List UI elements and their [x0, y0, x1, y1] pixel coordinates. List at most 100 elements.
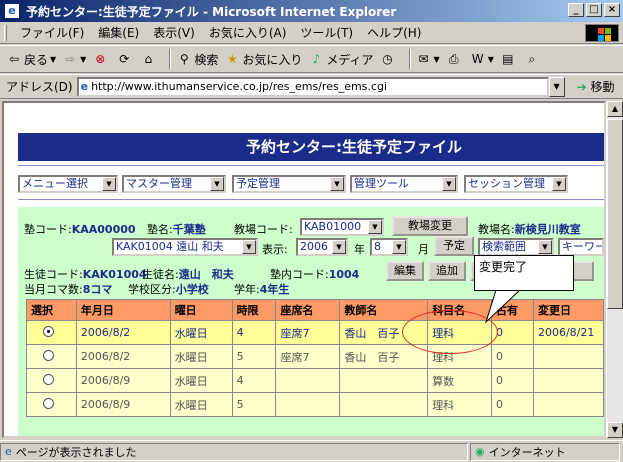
nav-schedule-select[interactable]: 予定管理 ▼ — [232, 175, 346, 193]
refresh-icon: ⟳ — [119, 52, 130, 66]
weekday-cell: 水曜日 — [169, 320, 233, 345]
juku-code-value: KAA00000 — [71, 223, 136, 236]
add-button[interactable]: 追加 — [428, 261, 466, 281]
chevron-down-icon: ▼ — [538, 240, 552, 254]
changed-date-cell — [532, 368, 604, 393]
student-code-value: KAK01004 — [82, 268, 147, 281]
classroom-change-button[interactable]: 教場変更 — [392, 216, 468, 236]
mail-button[interactable]: ✉ ▼ — [416, 51, 440, 67]
refresh-button[interactable]: ⟳ — [116, 51, 134, 67]
edit-page-button[interactable]: W ▼ — [470, 51, 494, 67]
nav-master-select[interactable]: マスター管理 ▼ — [122, 175, 226, 193]
menu-edit[interactable]: 編集(E) — [91, 24, 146, 41]
select-cell — [26, 344, 77, 369]
classroom-name-row: 教場名:新検見川教室 — [478, 221, 581, 237]
toolbar-separator — [169, 49, 172, 69]
nav-master-label: マスター管理 — [126, 177, 192, 190]
go-label: 移動 — [590, 80, 615, 94]
mail-icon: ✉ — [418, 52, 429, 66]
address-url: http://www.ithumanservice.co.jp/res_ems/… — [91, 80, 387, 93]
table-row[interactable]: 2006/8/9 水曜日 4 算数 0 — [26, 368, 604, 393]
date-cell: 2006/8/2 — [75, 344, 171, 369]
flag-cell: 0 — [491, 392, 534, 417]
home-button[interactable]: ⌂ — [140, 51, 158, 67]
search-range-value: 検索範囲 — [482, 240, 526, 253]
menu-view[interactable]: 表示(V) — [146, 24, 202, 41]
school-type-label: 学校区分: — [128, 283, 176, 296]
row-radio[interactable] — [43, 397, 54, 409]
row-radio[interactable] — [43, 349, 54, 361]
back-dropdown-icon: ▼ — [50, 54, 57, 64]
weekday-cell: 水曜日 — [169, 368, 233, 393]
edit-button[interactable]: 編集 — [386, 261, 424, 281]
seat-cell — [275, 368, 341, 393]
menu-favorites[interactable]: お気に入り(A) — [202, 24, 294, 41]
history-button[interactable]: ◷ — [380, 51, 398, 67]
print-button[interactable]: ⎙ — [446, 51, 464, 67]
month-value: 8 — [374, 240, 381, 253]
search-label: 検索 — [194, 52, 219, 67]
media-icon: ♪ — [312, 52, 321, 66]
nav-menu-select[interactable]: メニュー選択 ▼ — [18, 175, 118, 193]
page-done-icon: e — [5, 445, 12, 458]
address-input[interactable]: e http://www.ithumanservice.co.jp/res_em… — [76, 76, 549, 97]
back-arrow-icon: ⇦ — [8, 52, 20, 66]
nav-session-select[interactable]: セッション管理 ▼ — [464, 175, 568, 193]
nav-session-label: セッション管理 — [468, 177, 545, 190]
favorites-button[interactable]: ★ お気に入り — [224, 51, 302, 68]
row-radio[interactable] — [43, 325, 54, 337]
discuss-button[interactable]: ▤ — [500, 51, 518, 67]
schedule-button[interactable]: 予定 — [434, 236, 474, 256]
search-range-select[interactable]: 検索範囲 ▼ — [478, 238, 554, 256]
seat-cell: 座席7 — [275, 344, 341, 369]
close-button[interactable]: × — [604, 3, 620, 17]
maximize-button[interactable]: □ — [586, 3, 602, 17]
classroom-code-value: KAB01000 — [304, 220, 362, 233]
menu-grip — [4, 24, 7, 41]
stop-button[interactable]: ⊗ — [92, 51, 110, 67]
windows-logo-icon — [585, 24, 619, 42]
scroll-down-icon[interactable]: ▼ — [607, 422, 623, 438]
chevron-down-icon: ▼ — [442, 177, 456, 191]
column-header: 座席名 — [275, 299, 341, 321]
chevron-down-icon: ▼ — [552, 177, 566, 191]
changed-date-cell: 2006/8/21 — [532, 320, 604, 345]
vertical-scrollbar[interactable]: ▲ ▼ — [606, 101, 623, 438]
scroll-thumb[interactable] — [607, 119, 623, 309]
minimize-button[interactable]: _ — [568, 3, 584, 17]
select-cell — [26, 392, 77, 417]
table-row[interactable]: 2006/8/2 水曜日 5 座席7 香山 百子 理科 0 — [26, 344, 604, 369]
teacher-select-value: KAK01004 遠山 和夫 — [116, 240, 224, 253]
forward-button[interactable]: ⇨ ▼ — [62, 51, 86, 67]
menu-file[interactable]: ファイル(F) — [13, 24, 91, 41]
classroom-code-select[interactable]: KAB01000 ▼ — [300, 218, 384, 236]
year-select[interactable]: 2006 ▼ — [296, 238, 348, 256]
back-button[interactable]: ⇦ 戻る ▼ — [6, 51, 56, 68]
keyword-input[interactable]: キーワー — [558, 238, 604, 256]
research-button[interactable]: ⌕ — [524, 51, 542, 67]
date-cell: 2006/8/9 — [75, 368, 171, 393]
changed-date-cell — [532, 392, 604, 417]
table-row[interactable]: 2006/8/2 水曜日 4 座席7 香山 百子 理科 0 2006/8/21 — [26, 320, 604, 345]
partial-button[interactable] — [572, 261, 594, 281]
year-value: 2006 — [300, 240, 328, 253]
student-code-row: 生徒コード:KAK01004 — [24, 266, 147, 282]
address-dropdown-icon[interactable]: ▼ — [548, 76, 565, 97]
internet-globe-icon: ◉ — [475, 445, 485, 458]
year-label: 年 — [354, 243, 365, 256]
media-button[interactable]: ♪ メディア — [308, 51, 374, 68]
menu-help[interactable]: ヘルプ(H) — [360, 24, 428, 41]
scroll-up-icon[interactable]: ▲ — [607, 101, 623, 117]
table-row[interactable]: 2006/8/9 水曜日 5 理科 0 — [26, 392, 604, 417]
favorites-star-icon: ★ — [226, 52, 238, 66]
teacher-select[interactable]: KAK01004 遠山 和夫 ▼ — [112, 238, 258, 256]
month-select[interactable]: 8 ▼ — [370, 238, 408, 256]
nav-tools-select[interactable]: 管理ツール ▼ — [350, 175, 458, 193]
row-radio[interactable] — [43, 373, 54, 385]
menu-tools[interactable]: ツール(T) — [293, 24, 360, 41]
search-button[interactable]: ⚲ 検索 — [176, 51, 218, 68]
date-cell: 2006/8/2 — [75, 320, 171, 345]
subject-cell: 理科 — [427, 392, 493, 417]
zone-text: インターネット — [488, 445, 566, 459]
go-button[interactable]: ➔ 移動 — [577, 78, 615, 95]
